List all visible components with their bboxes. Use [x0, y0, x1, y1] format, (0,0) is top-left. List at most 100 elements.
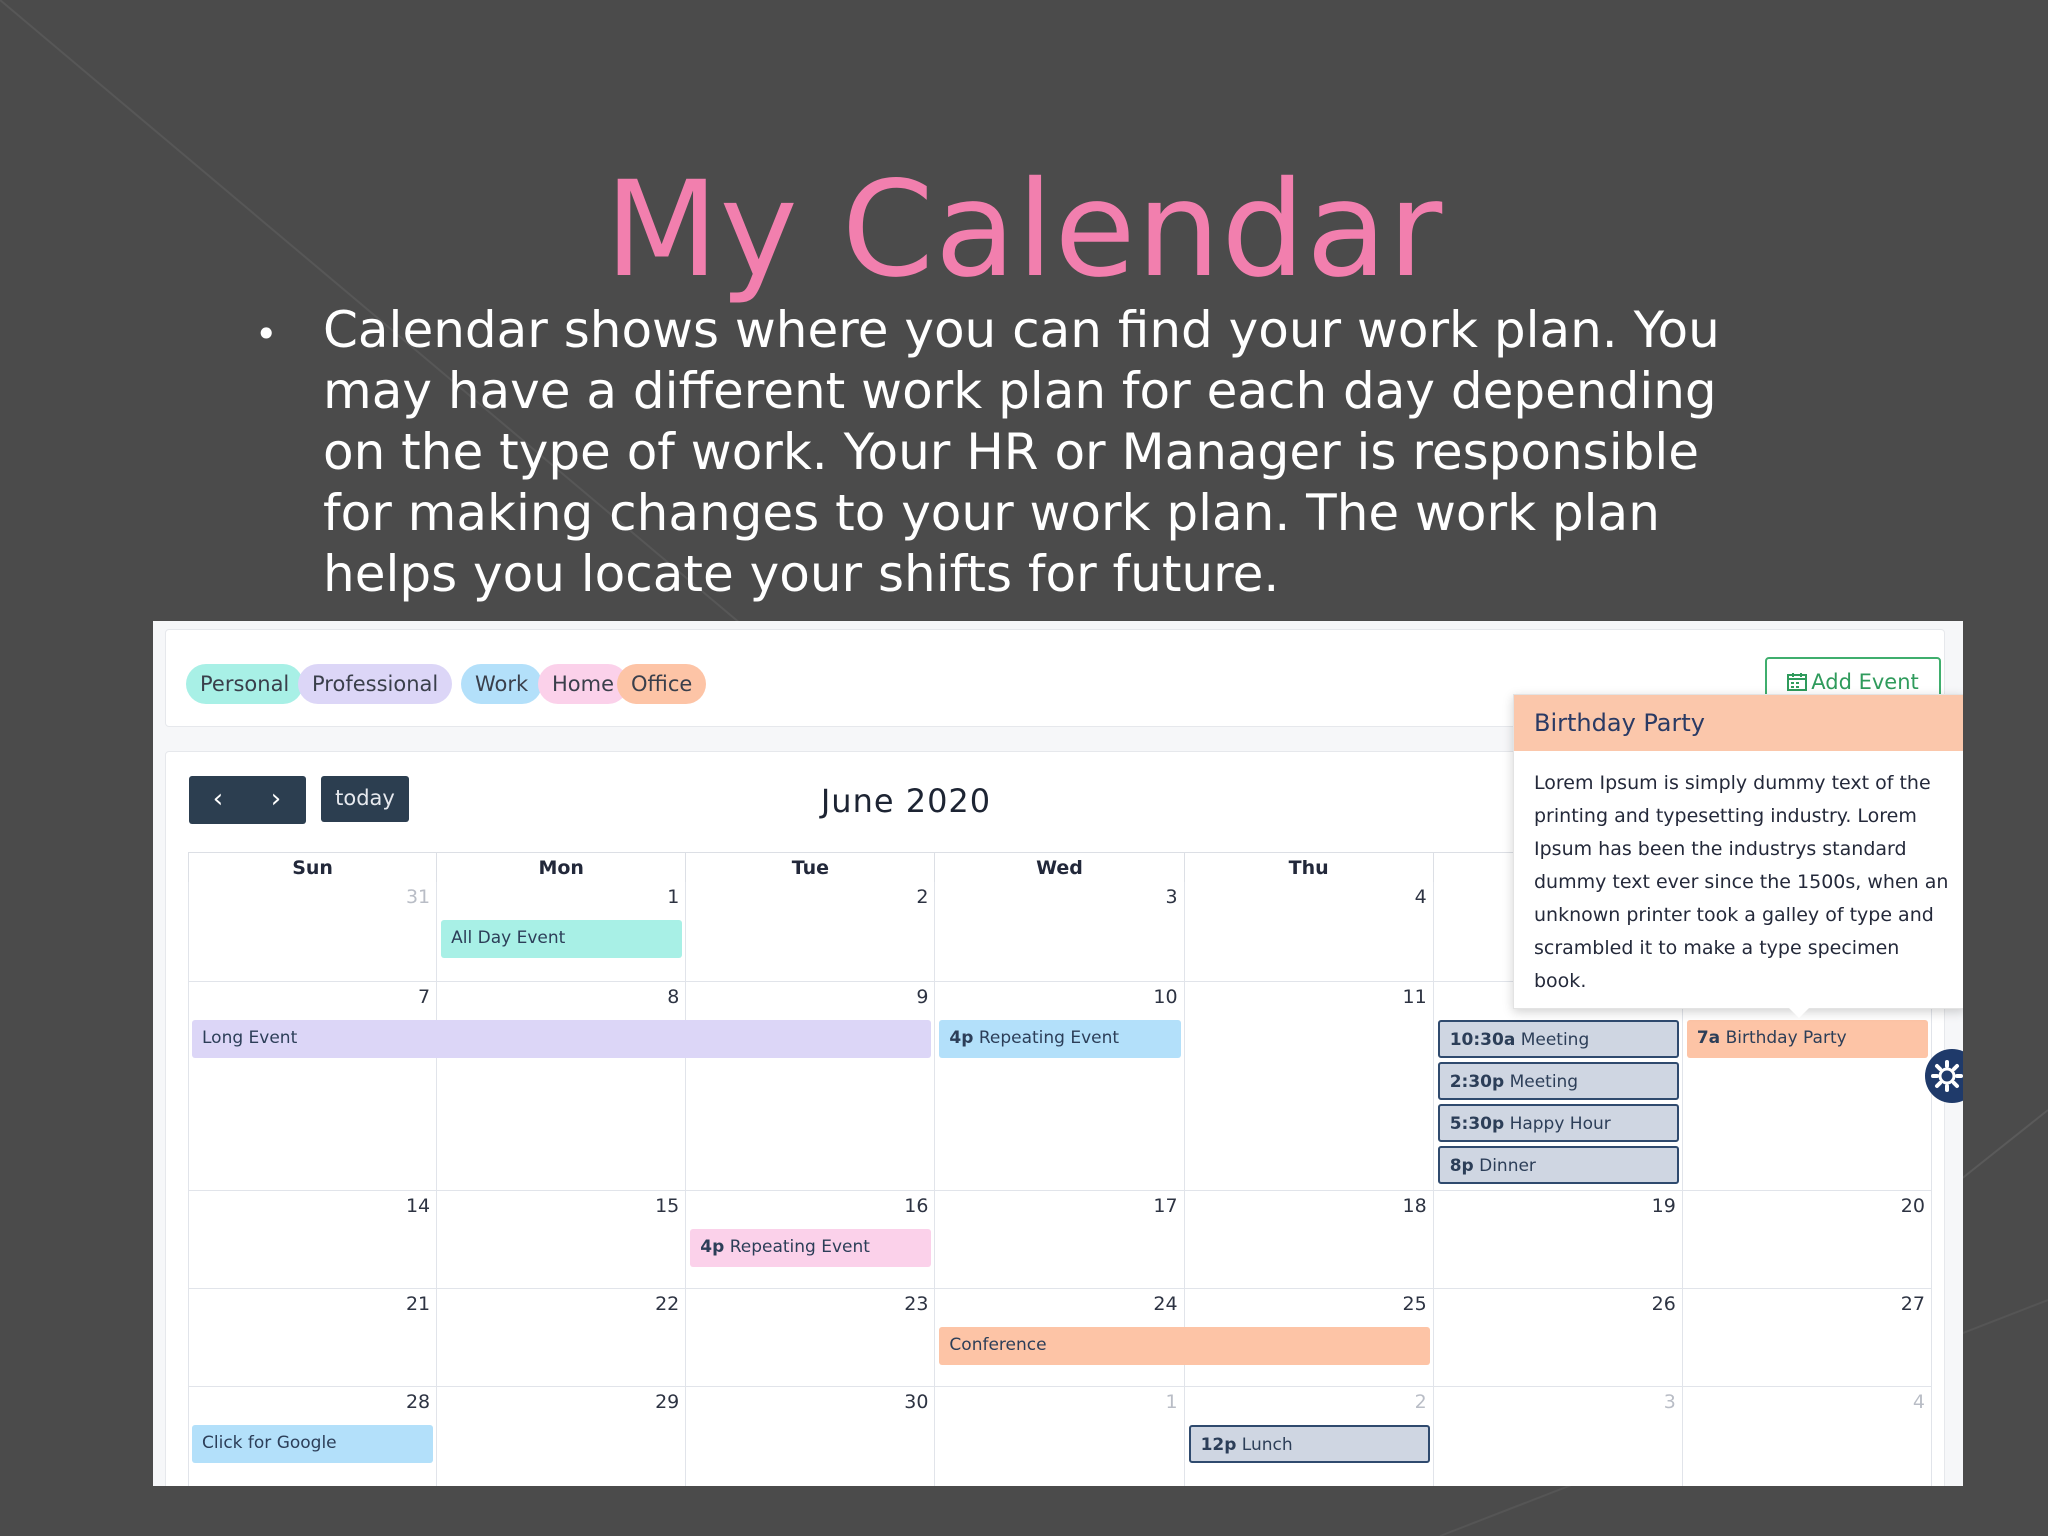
day-number: 3 [1663, 1391, 1676, 1413]
day-cell[interactable]: 11 [1184, 982, 1434, 1191]
weekday-header: Sun [188, 852, 438, 882]
calendar-event[interactable]: 8p Dinner [1437, 1146, 1679, 1184]
day-cell[interactable]: 3 [935, 882, 1185, 982]
day-cell[interactable]: 18 [1184, 1191, 1434, 1289]
event-popover: Birthday Party Lorem Ipsum is simply dum… [1513, 694, 1963, 1009]
day-cell[interactable]: 22 [437, 1289, 687, 1387]
day-number: 22 [655, 1293, 680, 1315]
day-number: 26 [1651, 1293, 1676, 1315]
calendar-event[interactable]: 12p Lunch [1188, 1425, 1430, 1463]
calendar-icon [1787, 673, 1808, 691]
event-title: Dinner [1479, 1156, 1536, 1176]
day-number: 25 [1402, 1293, 1427, 1315]
calendar-event[interactable]: 4p Repeating Event [939, 1020, 1181, 1058]
event-title: Conference [949, 1335, 1047, 1355]
legend-chip-work[interactable]: Work [461, 664, 543, 704]
legend-chip-office[interactable]: Office [617, 664, 707, 704]
day-cell[interactable]: 14 [188, 1191, 438, 1289]
day-cell[interactable]: 23 [686, 1289, 936, 1387]
day-number: 8 [667, 986, 680, 1008]
nav-button-group: ‹ › [189, 776, 306, 824]
event-title: Meeting [1509, 1072, 1579, 1092]
calendar-event[interactable]: 7a Birthday Party [1686, 1020, 1928, 1058]
today-button[interactable]: today [321, 776, 409, 822]
calendar-event[interactable]: 4p Repeating Event [690, 1229, 932, 1267]
event-title: Lunch [1241, 1435, 1293, 1455]
day-number: 16 [904, 1195, 929, 1217]
day-cell[interactable]: 8 [437, 982, 687, 1191]
day-number: 21 [405, 1293, 431, 1315]
event-title: Long Event [202, 1028, 298, 1048]
calendar-event[interactable]: 5:30p Happy Hour [1437, 1104, 1679, 1142]
event-title: Repeating Event [729, 1237, 870, 1257]
day-number: 14 [405, 1195, 431, 1217]
day-cell[interactable]: 4 [1184, 882, 1434, 982]
event-title: Birthday Party [1725, 1028, 1847, 1048]
event-title: Repeating Event [978, 1028, 1120, 1048]
event-time: 5:30p [1449, 1114, 1505, 1134]
day-cell[interactable]: 4 [1683, 1387, 1932, 1486]
event-time: 7a [1696, 1028, 1721, 1048]
event-title: All Day Event [451, 928, 566, 948]
legend-chip-professional[interactable]: Professional [298, 664, 453, 704]
calendar-event[interactable]: Conference [939, 1327, 1430, 1365]
slide-title: My Calendar [604, 153, 1444, 307]
day-cell[interactable]: 31 [188, 882, 438, 982]
day-number: 2 [1414, 1391, 1427, 1413]
day-cell[interactable]: 30 [686, 1387, 936, 1486]
day-cell[interactable]: 7 [188, 982, 438, 1191]
chevron-left-icon: ‹ [212, 784, 224, 814]
event-time: 2:30p [1449, 1072, 1505, 1092]
chevron-right-icon: › [270, 784, 282, 814]
day-cell[interactable]: 21 [188, 1289, 438, 1387]
day-cell[interactable]: 26 [1433, 1289, 1683, 1387]
event-title: Click for Google [202, 1433, 337, 1453]
day-cell[interactable]: 27 [1682, 1289, 1932, 1387]
month-title: June 2020 [820, 782, 992, 820]
day-number: 11 [1402, 986, 1427, 1008]
day-number: 1 [667, 886, 680, 908]
event-time: 8p [1449, 1156, 1474, 1176]
day-number: 30 [904, 1391, 929, 1413]
day-cell[interactable]: 2 [686, 882, 936, 982]
event-time: 4p [949, 1028, 974, 1048]
calendar-event[interactable]: Long Event [192, 1020, 932, 1058]
event-title: Meeting [1520, 1030, 1590, 1050]
legend-chip-personal[interactable]: Personal [186, 664, 304, 704]
legend-chip-home[interactable]: Home [538, 664, 629, 704]
day-number: 29 [655, 1391, 680, 1413]
day-cell[interactable]: 9 [686, 982, 936, 1191]
day-number: 2 [916, 886, 929, 908]
day-cell[interactable]: 10 [935, 982, 1185, 1191]
weekday-header: Thu [1184, 852, 1434, 882]
bullet-dot-icon: • [255, 312, 278, 356]
calendar-event[interactable]: Click for Google [192, 1425, 434, 1463]
day-number: 1 [1165, 1391, 1178, 1413]
day-cell[interactable]: 3 [1434, 1387, 1683, 1486]
day-cell[interactable]: 15 [437, 1191, 687, 1289]
day-number: 17 [1153, 1195, 1178, 1217]
calendar-event[interactable]: 2:30p Meeting [1437, 1062, 1679, 1100]
day-number: 15 [655, 1195, 680, 1217]
calendar-app-screenshot: Personal Professional Work Home Office Add E… [153, 621, 1963, 1486]
day-number: 9 [916, 986, 929, 1008]
event-time: 12p [1200, 1435, 1237, 1455]
weekday-header: Tue [686, 852, 936, 882]
prev-month-button[interactable]: ‹ [189, 776, 247, 824]
event-time: 10:30a [1449, 1030, 1516, 1050]
day-cell[interactable]: 29 [437, 1387, 687, 1486]
day-cell[interactable]: 1 [935, 1387, 1185, 1486]
settings-button[interactable] [1925, 1049, 1963, 1103]
day-cell[interactable]: 20 [1682, 1191, 1932, 1289]
day-number: 7 [418, 986, 431, 1008]
add-event-label: Add Event [1811, 670, 1919, 694]
calendar-event[interactable]: 10:30a Meeting [1437, 1020, 1679, 1058]
weekday-header: Mon [437, 852, 687, 882]
day-number: 18 [1402, 1195, 1427, 1217]
day-cell[interactable]: 17 [935, 1191, 1185, 1289]
next-month-button[interactable]: › [247, 776, 305, 824]
day-cell[interactable]: 19 [1433, 1191, 1683, 1289]
day-number: 31 [405, 886, 431, 908]
popover-body: Lorem Ipsum is simply dummy text of the … [1534, 772, 1949, 992]
calendar-event[interactable]: All Day Event [441, 920, 683, 958]
